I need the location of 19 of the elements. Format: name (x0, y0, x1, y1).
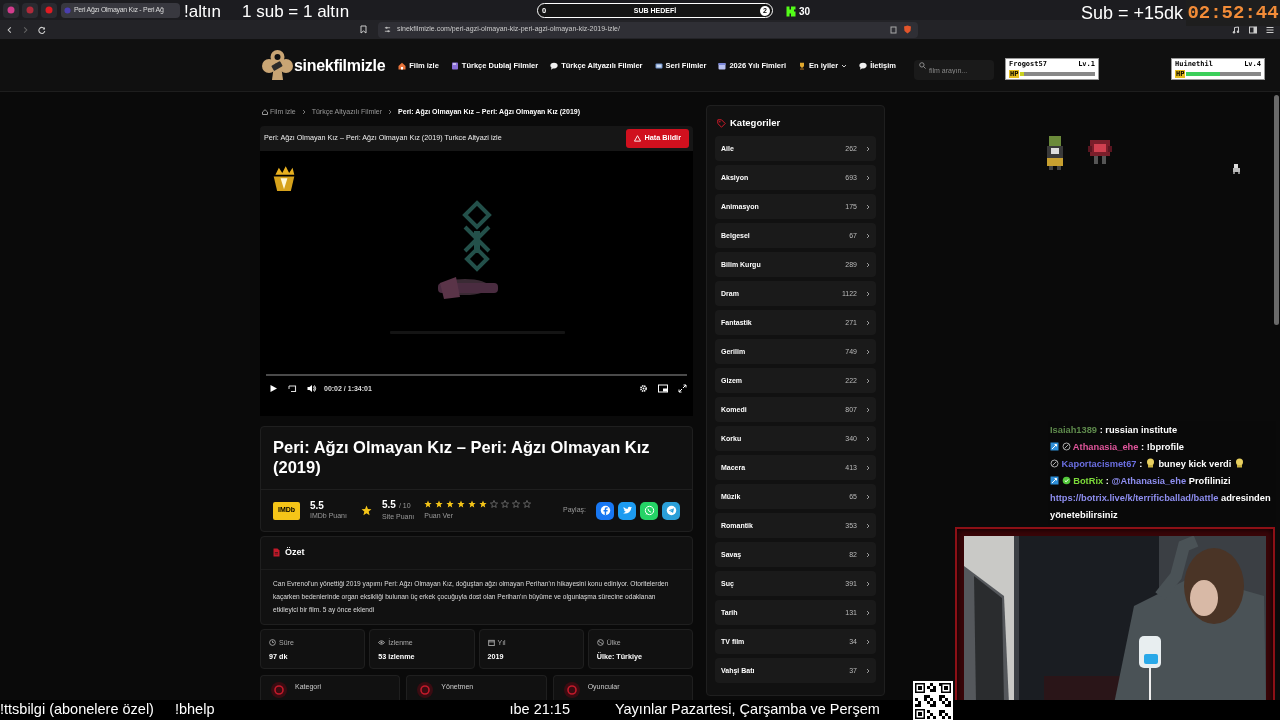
movie-title: Peri: Ağzı Olmayan Kız – Peri: Ağzı Olmayan Kız (2019) (261, 427, 692, 490)
overlay-text: 1 sub = 1 altın (242, 1, 350, 23)
chat-message: BotRix : @Athanasia_ehe Profilinizi https://botrix.live/k/terrificballad/battle adresinden yönetebilirsiniz (1050, 475, 1272, 522)
site-logo[interactable]: sinekfilmizle (262, 49, 386, 82)
chat-message: Kaportacismet67 : buney kick verdi (1050, 456, 1274, 473)
rating-score: 5.5 (381, 499, 396, 510)
ticker-text: !ttsbilgi (abonelere özel) (0, 700, 154, 720)
overlay-text: !altın (184, 1, 221, 23)
summary-heading: Özet (285, 546, 305, 559)
chat-message: Athanasia_ehe : !bprofile (1050, 439, 1274, 456)
ticker-text: Yayınlar Pazartesi, Çarşamba ve Perşem (614, 700, 880, 720)
rating-score: 5.5 (310, 499, 325, 511)
chat-message: Isaiah1389 : russian institute (1050, 424, 1179, 437)
chat-link[interactable]: https://botrix.live/k/terrificballad/battle (1050, 493, 1219, 503)
overlay-text: Sub = +15dk (1081, 2, 1184, 25)
panel-heading: Kategoriler (730, 116, 781, 130)
follower-count: 30 (799, 5, 811, 19)
ticker-text: !bhelp (174, 700, 215, 720)
ticker-text: ıbe 21:15 (509, 700, 570, 720)
